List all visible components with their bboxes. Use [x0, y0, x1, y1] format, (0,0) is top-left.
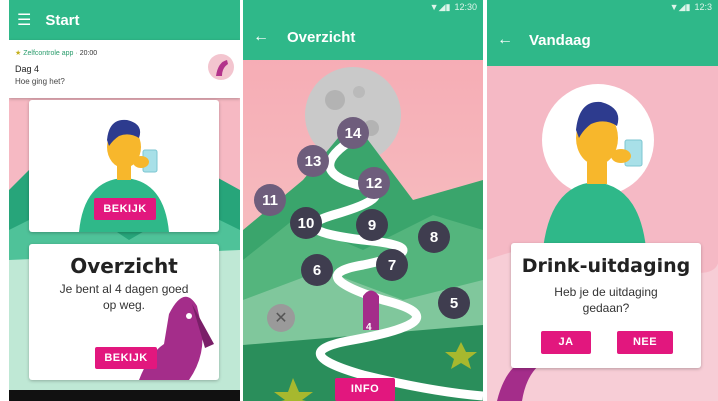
nav-bar — [9, 390, 240, 401]
overview-card: Overzicht Je bent al 4 dagen goed op weg… — [29, 244, 219, 380]
day-node-7[interactable]: 7 — [376, 249, 408, 281]
overview-heading: Overzicht — [70, 254, 178, 278]
day-node-9[interactable]: 9 — [356, 209, 388, 241]
app-bar: ← Overzicht — [243, 14, 483, 60]
notification-avatar — [208, 54, 234, 80]
screen-start: ☰ Start ★ Zelfcontrole app · 20:00 Dag 4… — [9, 0, 240, 401]
page-title: Vandaag — [529, 31, 591, 49]
signal-icon: ▼◢▮ — [429, 1, 451, 12]
no-button[interactable]: NEE — [617, 331, 673, 354]
dialog-heading: Drink-uitdaging — [521, 255, 691, 277]
day-node-12[interactable]: 12 — [358, 167, 390, 199]
day-node-13[interactable]: 13 — [297, 145, 329, 177]
day-node-11[interactable]: 11 — [254, 184, 286, 216]
back-arrow-icon[interactable]: ← — [497, 31, 513, 49]
challenge-dialog: Drink-uitdaging Heb je de uitdaging geda… — [511, 243, 701, 368]
day-node-14[interactable]: 14 — [337, 117, 369, 149]
day-node-6[interactable]: 6 — [301, 254, 333, 286]
star-icon: ★ — [15, 50, 22, 57]
app-bar: ← Vandaag — [487, 14, 718, 66]
notification-header: ★ Zelfcontrole app · 20:00 — [15, 50, 98, 57]
drink-card: BEKIJK — [29, 100, 219, 232]
page-title: Overzicht — [287, 28, 356, 46]
signal-icon: ▼◢▮ — [669, 1, 691, 12]
info-button[interactable]: INFO — [335, 378, 395, 401]
bekijk-button-1[interactable]: BEKIJK — [94, 198, 156, 220]
day-node-5[interactable]: 5 — [438, 287, 470, 319]
page-title: Start — [45, 11, 80, 29]
yes-button[interactable]: JA — [541, 331, 591, 354]
app-bar: ☰ Start — [9, 0, 240, 40]
screen-today: ▼◢▮ 12:3 ← Vandaag Drink-uitdaging Heb j… — [487, 0, 718, 401]
notification-title: Dag 4 — [15, 64, 40, 74]
notification-app-name: Zelfcontrole app — [23, 50, 74, 57]
dialog-question-line2: gedaan? — [582, 301, 630, 315]
dialog-question-line1: Heb je de uitdaging — [554, 285, 658, 299]
overview-text-line1: Je bent al 4 dagen goed — [59, 282, 189, 296]
current-day-dog-label: 4 — [366, 322, 372, 333]
day-node-8[interactable]: 8 — [418, 221, 450, 253]
crossed-out-day-icon: ✕ — [267, 304, 295, 332]
screen-overview: ▼◢▮ 12:30 ← Overzicht 14 13 12 11 10 9 8… — [243, 0, 483, 401]
notification-time: 20:00 — [79, 50, 98, 57]
back-arrow-icon[interactable]: ← — [253, 28, 269, 46]
overview-text-line2: op weg. — [102, 298, 146, 312]
status-time: 12:3 — [694, 2, 712, 12]
status-time: 12:30 — [454, 2, 477, 12]
status-bar: ▼◢▮ 12:3 — [487, 0, 718, 14]
day-node-10[interactable]: 10 — [290, 207, 322, 239]
menu-icon[interactable]: ☰ — [17, 10, 31, 30]
notification[interactable]: ★ Zelfcontrole app · 20:00 Dag 4 Hoe gin… — [9, 40, 240, 98]
status-bar: ▼◢▮ 12:30 — [243, 0, 483, 14]
notification-message: Hoe ging het? — [15, 77, 65, 86]
bekijk-button-2[interactable]: BEKIJK — [95, 347, 157, 369]
